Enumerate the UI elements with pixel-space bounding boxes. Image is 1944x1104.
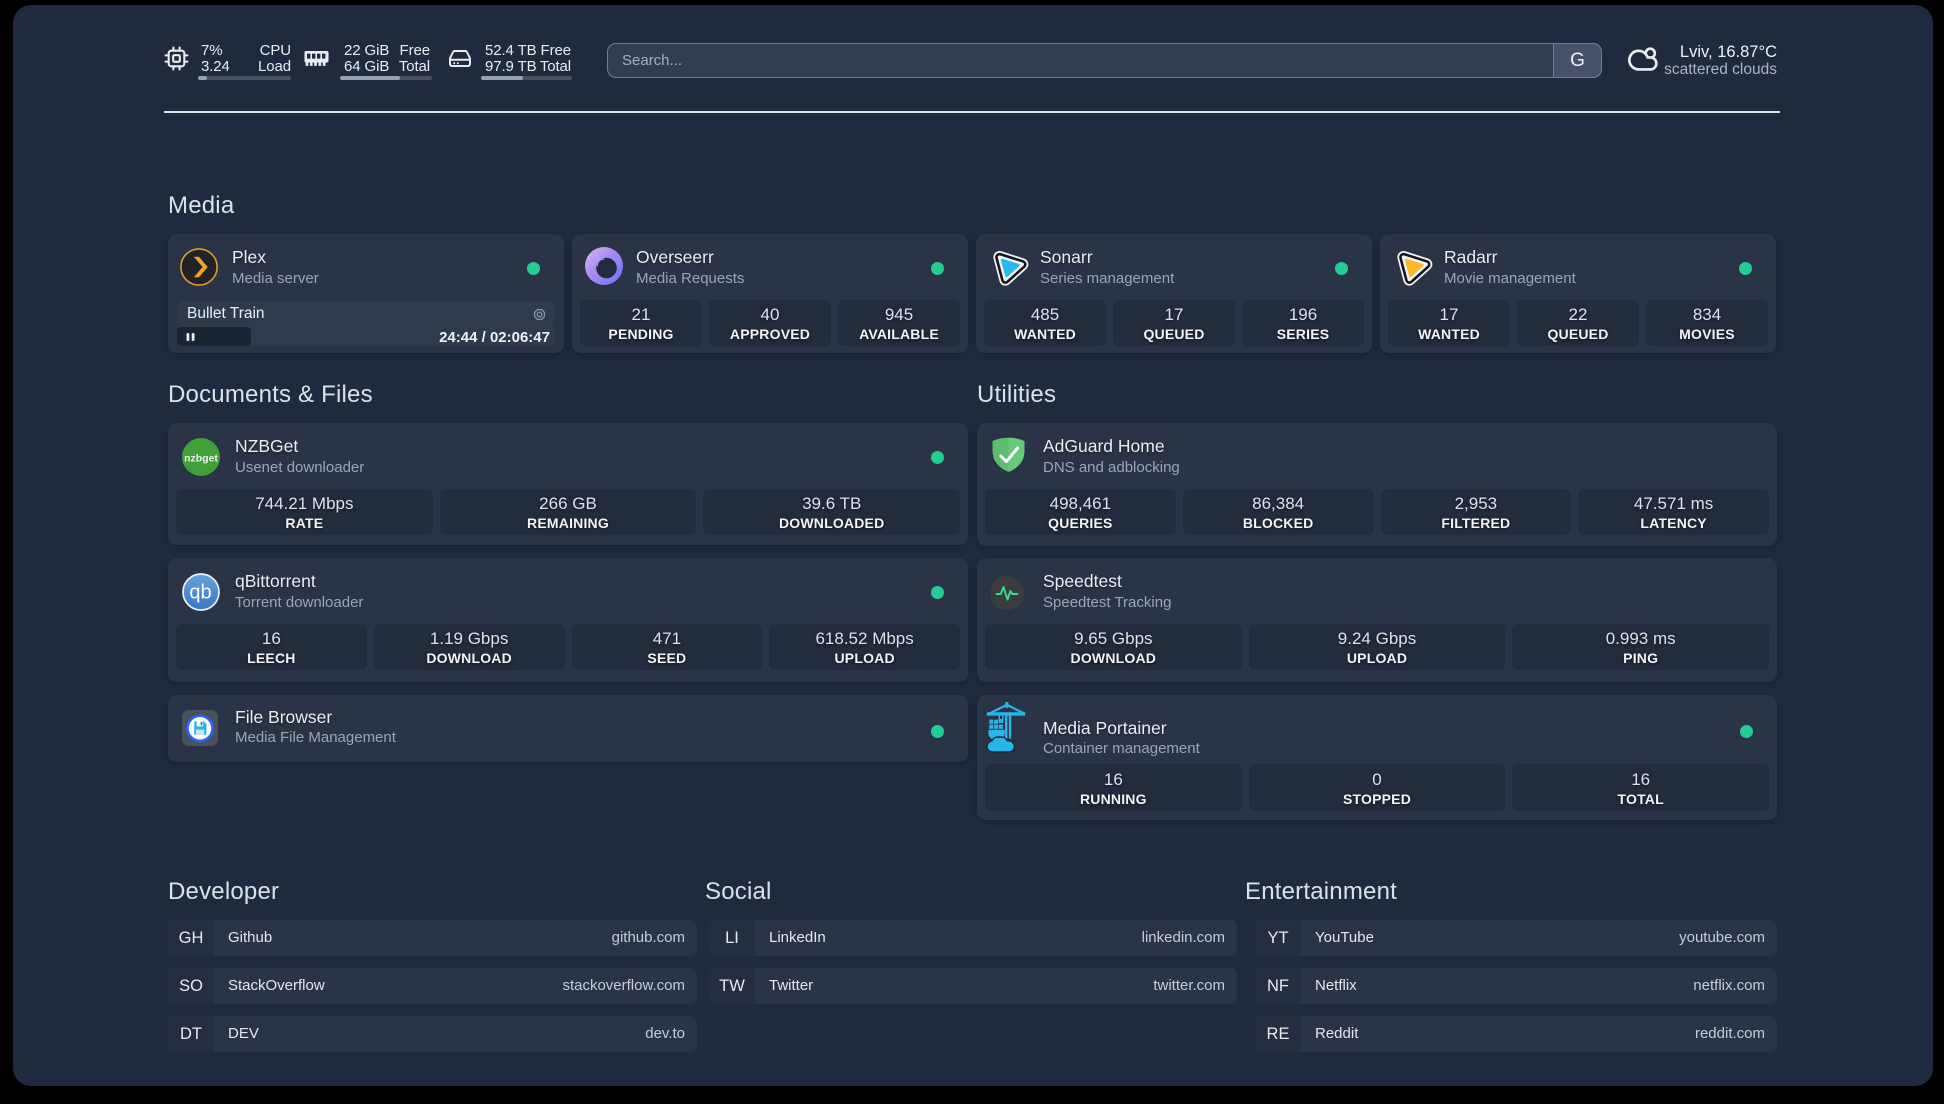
svg-text:nzbget: nzbget <box>184 453 218 465</box>
svg-text:qb: qb <box>189 582 211 604</box>
